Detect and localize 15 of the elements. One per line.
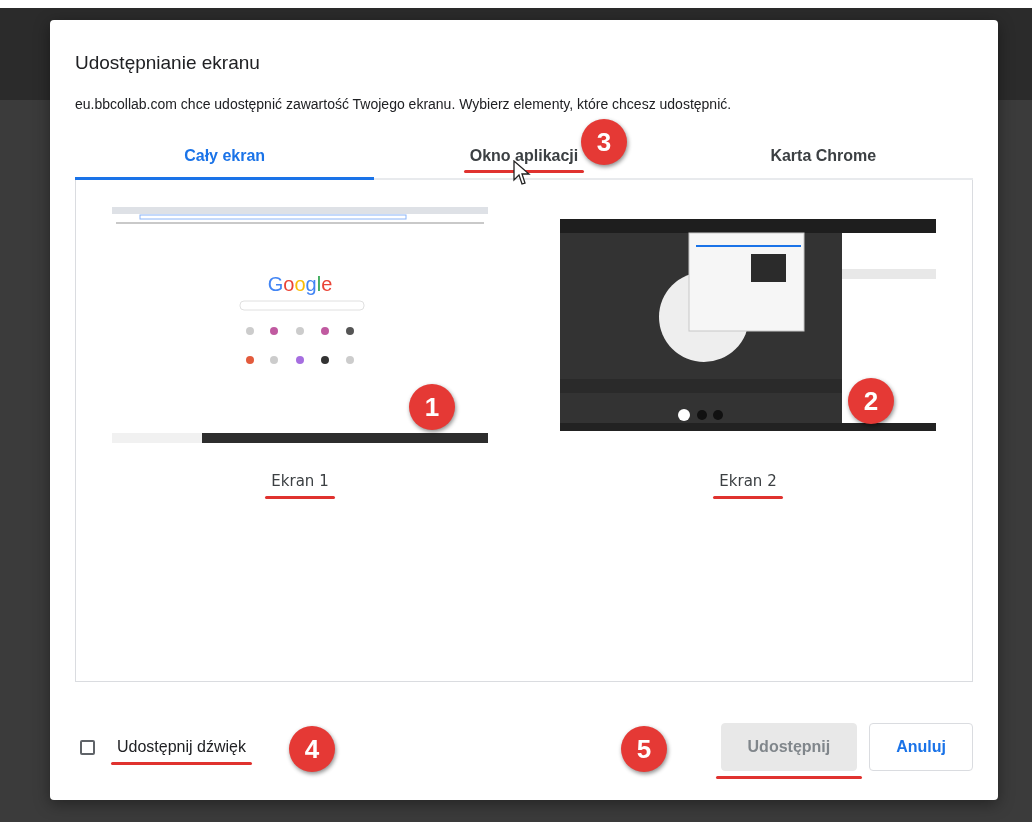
sound-checkbox[interactable] [80, 739, 95, 755]
dialog-message: eu.bbcollab.com chce udostępnić zawartość Twojego ekranu. Wybierz elementy, które chcesz udostępnić. [75, 96, 733, 112]
annotation-badge: 3 [581, 119, 627, 165]
tab[interactable]: Karta Chrome [673, 137, 973, 180]
annotation-badge: 5 [621, 726, 667, 772]
tab[interactable]: Cały ekran [75, 137, 375, 180]
control-buttons-drawing [678, 409, 723, 421]
cancel-button[interactable]: Anuluj [869, 723, 973, 771]
annotation-badge: 4 [289, 726, 335, 772]
screen-label[interactable]: Ekran 2 [719, 472, 777, 490]
screen-thumbnail[interactable] [560, 219, 936, 431]
google-logo-text: Google [267, 273, 333, 295]
screen-label[interactable]: Ekran 1 [271, 472, 329, 490]
checkbox-label[interactable]: Udostępnij dźwięk [117, 738, 246, 756]
dialog-title: Udostępnianie ekranu [75, 52, 261, 74]
